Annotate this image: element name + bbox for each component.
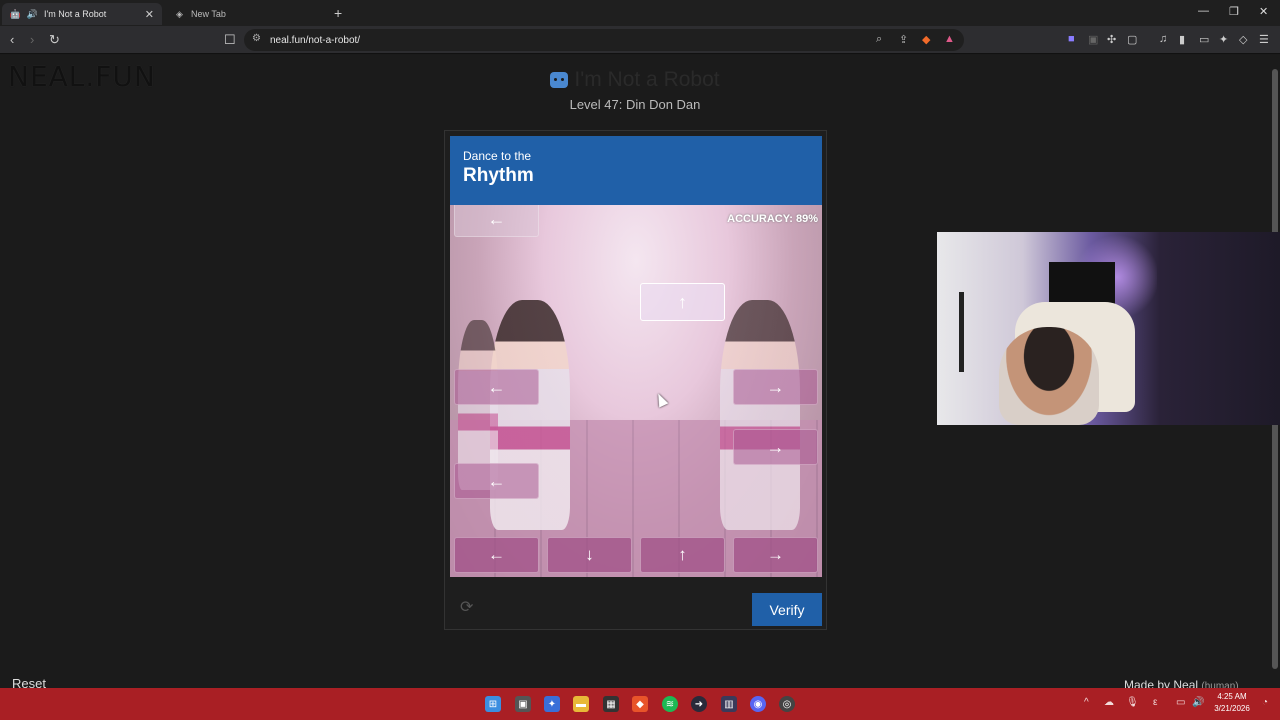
start-icon[interactable]: ⊞ — [485, 696, 501, 712]
verify-button[interactable]: Verify — [752, 593, 822, 626]
brave-shield-icon: ◈ — [176, 8, 183, 19]
captcha-header: Dance to the Rhythm — [450, 136, 822, 205]
site-info-icon[interactable]: ⚙ — [252, 33, 261, 44]
webcam-mic-arm — [959, 292, 964, 372]
audio-playing-icon[interactable]: 🔊 — [27, 9, 38, 20]
site-logo[interactable]: NEAL.FUN — [8, 60, 156, 93]
extension-icon[interactable]: ■ — [1068, 33, 1075, 45]
clock-date: 3/21/2026 — [1214, 704, 1250, 713]
falling-note-left: ← — [454, 369, 539, 405]
volume-icon[interactable]: 🔊 — [1192, 697, 1204, 708]
share-icon[interactable]: ⇪ — [899, 33, 908, 46]
task-view-icon[interactable]: ▣ — [515, 696, 531, 712]
falling-note-up: ↑ — [640, 283, 725, 321]
falling-note-right: → — [733, 429, 818, 465]
back-icon[interactable]: ‹ — [10, 32, 14, 47]
instruction-big: Rhythm — [463, 165, 534, 186]
extensions-puzzle-icon[interactable]: ✣ — [1107, 33, 1116, 46]
tab-bar: 🤖 🔊 I'm Not a Robot ✕ ◈ New Tab + — ❐ ✕ — [0, 0, 1280, 26]
sidebar-icon[interactable]: ▮ — [1179, 33, 1185, 46]
new-tab-button[interactable]: + — [334, 5, 342, 21]
notifications-icon[interactable]: ◔ — [1262, 697, 1268, 708]
app-icon[interactable]: ➜ — [691, 696, 707, 712]
webcam-person — [999, 327, 1099, 425]
level-label: Level 47: Din Don Dan — [569, 97, 701, 112]
windows-taskbar: ⊞ ▣ ✦ ▬ ▦ ◆ ≋ ➜ ▥ ◉ ◎ ^ ☁ 🎙 ε ▭ 🔊 4:25 A… — [0, 688, 1280, 720]
obs-icon[interactable]: ▥ — [721, 696, 737, 712]
brave-shields-icon[interactable]: ◆ — [922, 33, 930, 46]
restore-icon[interactable]: ❐ — [1229, 5, 1239, 18]
address-bar[interactable]: ⚙ neal.fun/not-a-robot/ ⌕ ⇪ ◆ ▲ — [244, 29, 964, 51]
onedrive-icon[interactable]: ☁ — [1104, 697, 1114, 708]
chrome-icon[interactable]: ◎ — [779, 696, 795, 712]
page-title-text: I'm Not a Robot — [574, 68, 720, 91]
leo-ai-icon[interactable]: ✦ — [1219, 33, 1228, 46]
captcha-box: Dance to the Rhythm ACCURACY: 89% ← ↑ ← … — [444, 130, 827, 630]
target-down[interactable]: ↓ — [547, 537, 632, 573]
video-editor-icon[interactable]: ▦ — [603, 696, 619, 712]
close-tab-icon[interactable]: ✕ — [145, 8, 154, 21]
spotify-icon[interactable]: ≋ — [662, 696, 678, 712]
media-icon[interactable]: ♫ — [1159, 33, 1167, 45]
webcam-overlay — [937, 232, 1280, 425]
target-left[interactable]: ← — [454, 537, 539, 573]
system-clock[interactable]: 4:25 AM 3/21/2026 — [1209, 691, 1255, 715]
tab-label: I'm Not a Robot — [44, 9, 107, 19]
zoom-icon[interactable]: ⌕ — [876, 33, 882, 46]
robot-icon — [550, 72, 569, 88]
wallet-icon[interactable]: ▭ — [1199, 33, 1209, 46]
target-right[interactable]: → — [733, 537, 818, 573]
forward-icon[interactable]: › — [30, 32, 34, 47]
tab-new-tab[interactable]: ◈ New Tab — [166, 3, 326, 25]
url-text: neal.fun/not-a-robot/ — [270, 34, 361, 46]
falling-note-right: → — [733, 369, 818, 405]
target-row: ← ↓ ↑ → — [450, 537, 822, 575]
tab-not-a-robot[interactable]: 🤖 🔊 I'm Not a Robot ✕ — [2, 3, 162, 25]
language-icon[interactable]: ε — [1153, 697, 1157, 708]
title-block: I'm Not a Robot Level 47: Din Don Dan — [440, 68, 830, 112]
refresh-icon[interactable]: ⟳ — [460, 597, 473, 617]
network-icon[interactable]: ▭ — [1176, 697, 1185, 708]
copilot-icon[interactable]: ✦ — [544, 696, 560, 712]
target-up[interactable]: ↑ — [640, 537, 725, 573]
extension-icon-2[interactable]: ▣ — [1088, 33, 1098, 46]
microphone-icon[interactable]: 🎙 — [1126, 697, 1139, 708]
bookmark-icon[interactable]: ☐ — [224, 32, 236, 48]
falling-note-left: ← — [454, 205, 539, 237]
file-explorer-icon[interactable]: ▬ — [573, 696, 589, 712]
brave-browser-icon[interactable]: ◆ — [632, 696, 648, 712]
page-title: I'm Not a Robot — [550, 68, 720, 92]
falling-note-left: ← — [454, 463, 539, 499]
vpn-shield-icon[interactable]: ◇ — [1239, 33, 1247, 46]
instruction-small: Dance to the — [463, 149, 532, 163]
screenshot-icon[interactable]: ▢ — [1127, 33, 1137, 46]
minimize-icon[interactable]: — — [1198, 5, 1209, 17]
reload-icon[interactable]: ↻ — [49, 32, 60, 48]
brave-rewards-icon[interactable]: ▲ — [944, 33, 955, 45]
clock-time: 4:25 AM — [1217, 692, 1247, 701]
menu-icon[interactable]: ☰ — [1259, 33, 1269, 46]
robot-favicon-icon: 🤖 — [9, 8, 22, 19]
captcha-footer: ⟳ Verify — [450, 583, 822, 627]
accuracy-readout: ACCURACY: 89% — [727, 213, 818, 225]
discord-icon[interactable]: ◉ — [750, 696, 766, 712]
close-window-icon[interactable]: ✕ — [1259, 5, 1268, 18]
dancer-right — [720, 300, 800, 530]
browser-toolbar: ‹ › ↻ ☐ ⚙ neal.fun/not-a-robot/ ⌕ ⇪ ◆ ▲ … — [0, 26, 1280, 54]
rhythm-game-stage[interactable]: ACCURACY: 89% ← ↑ ← → → ← ← ↓ ↑ → — [450, 205, 822, 577]
tray-overflow-icon[interactable]: ^ — [1084, 697, 1089, 708]
tab-label: New Tab — [191, 9, 226, 19]
